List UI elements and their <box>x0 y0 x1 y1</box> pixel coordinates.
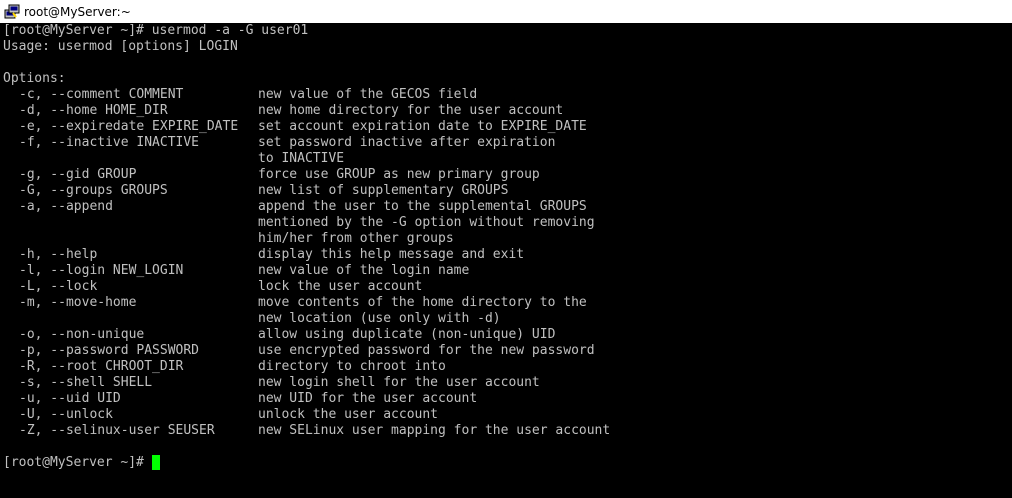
text-cursor <box>151 455 160 470</box>
option-description: display this help message and exit <box>258 247 525 262</box>
option-row: -l, --login NEW_LOGIN new value of the lo… <box>3 263 1009 279</box>
option-description: new home directory for the user account <box>258 103 564 118</box>
option-flag: -p, --password PASSWORD <box>19 343 200 358</box>
option-description: lock the user account <box>258 279 423 294</box>
option-flag: -d, --home HOME_DIR <box>19 103 168 118</box>
option-row: -Z, --selinux-user SEUSER new SELinux use… <box>3 423 1009 439</box>
option-flag: -l, --login NEW_LOGIN <box>19 263 184 278</box>
option-flag: -m, --move-home <box>19 295 137 310</box>
option-flag: -h, --help <box>19 247 98 262</box>
option-row: -G, --groups GROUPS new list of supplemen… <box>3 183 1009 199</box>
option-flag: -L, --lock <box>19 279 98 294</box>
shell-prompt: [root@MyServer ~]# <box>3 455 144 470</box>
option-description: him/her from other groups <box>258 231 454 246</box>
option-description: move contents of the home directory to t… <box>258 295 587 310</box>
prompt-line[interactable]: [root@MyServer ~]# <box>3 455 1009 471</box>
terminal-window: root@MyServer:~ [root@MyServer ~]# userm… <box>0 0 1012 498</box>
option-row: -c, --comment COMMENT new value of the GE… <box>3 87 1009 103</box>
option-row: -u, --uid UID new UID for the user accoun… <box>3 391 1009 407</box>
option-flag: -a, --append <box>19 199 113 214</box>
option-flag: -R, --root CHROOT_DIR <box>19 359 184 374</box>
option-description: new location (use only with -d) <box>258 311 501 326</box>
option-flag: -u, --uid UID <box>19 391 121 406</box>
usage-line: Usage: usermod [options] LOGIN <box>3 39 238 54</box>
option-description: force use GROUP as new primary group <box>258 167 540 182</box>
option-row: -h, --help display this help message and … <box>3 247 1009 263</box>
option-flag: -Z, --selinux-user SEUSER <box>19 423 215 438</box>
option-row: -e, --expiredate EXPIRE_DATE set account … <box>3 119 1009 135</box>
option-flag: -f, --inactive INACTIVE <box>19 135 200 150</box>
option-flag: -s, --shell SHELL <box>19 375 153 390</box>
option-description: new list of supplementary GROUPS <box>258 183 509 198</box>
option-row: -a, --append append the user to the suppl… <box>3 199 1009 215</box>
option-continuation-row: mentioned by the -G option without remov… <box>3 215 1009 231</box>
option-description: allow using duplicate (non-unique) UID <box>258 327 556 342</box>
option-description: new value of the GECOS field <box>258 87 478 102</box>
option-description: use encrypted password for the new passw… <box>258 343 595 358</box>
option-description: unlock the user account <box>258 407 439 422</box>
option-description: directory to chroot into <box>258 359 446 374</box>
option-description: set password inactive after expiration <box>258 135 556 150</box>
command-line: [root@MyServer ~]# usermod -a -G user01 <box>3 23 309 38</box>
option-row: -L, --lock lock the user account <box>3 279 1009 295</box>
option-description: mentioned by the -G option without remov… <box>258 215 595 230</box>
window-title: root@MyServer:~ <box>24 4 131 19</box>
options-list: -c, --comment COMMENT new value of the GE… <box>3 87 1009 439</box>
option-flag: -c, --comment COMMENT <box>19 87 184 102</box>
option-row: -R, --root CHROOT_DIR directory to chroot… <box>3 359 1009 375</box>
option-flag: -U, --unlock <box>19 407 113 422</box>
option-description: set account expiration date to EXPIRE_DA… <box>258 119 587 134</box>
option-flag: -e, --expiredate EXPIRE_DATE <box>19 119 239 134</box>
option-row: -p, --password PASSWORD use encrypted pas… <box>3 343 1009 359</box>
title-bar[interactable]: root@MyServer:~ <box>0 0 1012 23</box>
option-flag: -g, --gid GROUP <box>19 167 137 182</box>
option-row: -m, --move-home move contents of the home… <box>3 295 1009 311</box>
option-continuation-row: new location (use only with -d) <box>3 311 1009 327</box>
option-row: -U, --unlock unlock the user account <box>3 407 1009 423</box>
option-flag: -o, --non-unique <box>19 327 145 342</box>
option-row: -d, --home HOME_DIR new home directory fo… <box>3 103 1009 119</box>
options-heading: Options: <box>3 71 66 86</box>
option-row: -g, --gid GROUP force use GROUP as new pr… <box>3 167 1009 183</box>
putty-terminal-icon[interactable] <box>4 4 20 20</box>
option-row: -o, --non-unique allow using duplicate (n… <box>3 327 1009 343</box>
option-continuation-row: to INACTIVE <box>3 151 1009 167</box>
option-description: new UID for the user account <box>258 391 478 406</box>
option-description: new SELinux user mapping for the user ac… <box>258 423 611 438</box>
option-description: new login shell for the user account <box>258 375 540 390</box>
option-description: append the user to the supplemental GROU… <box>258 199 587 214</box>
option-description: new value of the login name <box>258 263 470 278</box>
option-row: -f, --inactive INACTIVE set password inac… <box>3 135 1009 151</box>
option-row: -s, --shell SHELL new login shell for the… <box>3 375 1009 391</box>
option-continuation-row: him/her from other groups <box>3 231 1009 247</box>
terminal-output[interactable]: [root@MyServer ~]# usermod -a -G user01 … <box>3 23 1009 498</box>
option-description: to INACTIVE <box>258 151 345 166</box>
option-flag: -G, --groups GROUPS <box>19 183 168 198</box>
